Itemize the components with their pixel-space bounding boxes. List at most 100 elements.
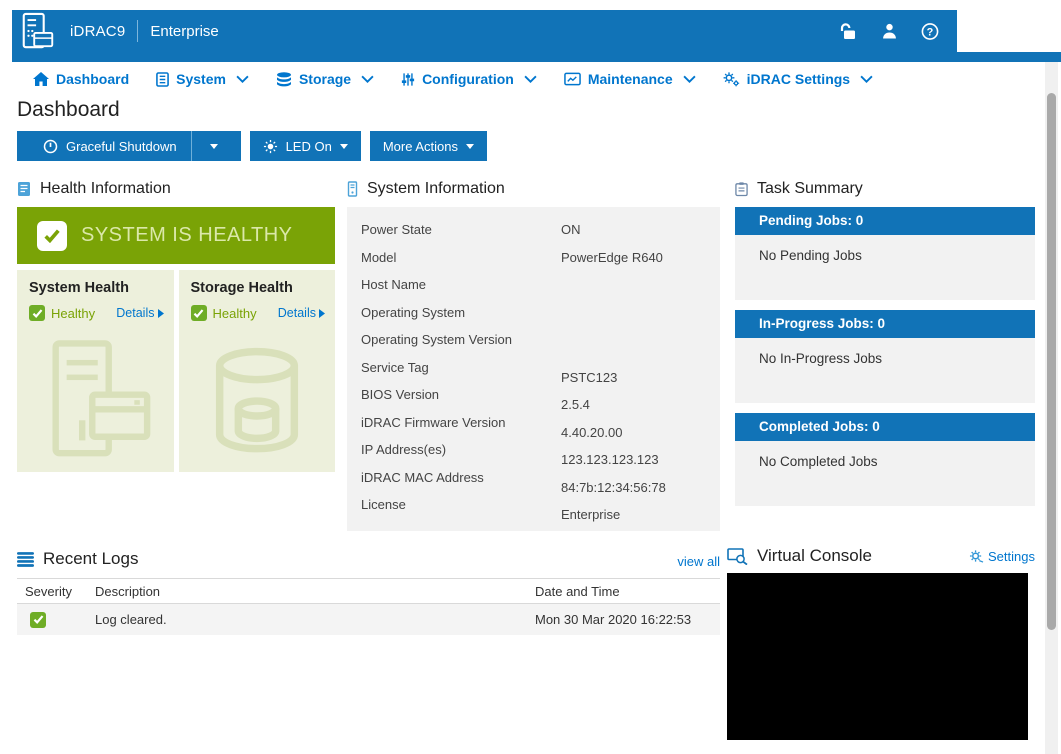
system-info-panel-icon <box>347 181 358 197</box>
scrollbar-thumb[interactable] <box>1047 93 1056 630</box>
view-all-link[interactable]: view all <box>677 554 720 569</box>
info-row: Operating System Version <box>347 326 720 354</box>
logs-table-header: Severity Description Date and Time <box>17 578 720 604</box>
healthy-check-icon <box>37 221 67 251</box>
card-title: System Health <box>29 280 164 296</box>
nav-label: Dashboard <box>56 71 129 87</box>
graceful-shutdown-button[interactable]: Graceful Shutdown <box>30 131 192 161</box>
info-row: BIOS Version2.5.4 <box>347 381 720 409</box>
in-progress-jobs-section: In-Progress Jobs: 0 No In-Progress Jobs <box>735 310 1035 403</box>
panel-title: Task Summary <box>757 180 863 198</box>
caret-down-icon <box>466 144 474 149</box>
info-row: LicenseEnterprise <box>347 491 720 519</box>
section-header: Completed Jobs: 0 <box>735 413 1035 441</box>
console-settings-link[interactable]: Settings <box>969 549 1035 564</box>
task-summary-panel: Task Summary Pending Jobs: 0 No Pending … <box>735 178 1035 516</box>
nav-label: Storage <box>299 71 351 87</box>
arrow-right-icon <box>158 309 164 318</box>
info-row: iDRAC MAC Address84:7b:12:34:56:78 <box>347 464 720 492</box>
nav-item-dashboard[interactable]: Dashboard <box>33 71 129 87</box>
main-navigation: Dashboard System Storage Configuration M… <box>0 62 1061 96</box>
info-row: Host Name <box>347 271 720 299</box>
vertical-scrollbar[interactable] <box>1045 62 1058 754</box>
caret-down-icon <box>210 144 218 149</box>
more-actions-button[interactable]: More Actions <box>370 131 487 161</box>
healthy-check-icon <box>191 305 207 321</box>
column-header-severity: Severity <box>25 584 95 599</box>
unlock-icon[interactable] <box>837 22 857 40</box>
nav-item-maintenance[interactable]: Maintenance <box>564 71 696 87</box>
storage-health-details-link[interactable]: Details <box>278 306 325 320</box>
card-title: Storage Health <box>191 280 326 296</box>
system-info-table: Power StateON ModelPowerEdge R640 Host N… <box>347 207 720 531</box>
nav-item-configuration[interactable]: Configuration <box>401 71 537 87</box>
header-strip <box>12 52 1061 62</box>
info-value: PSTC123 <box>561 370 706 385</box>
system-health-details-link[interactable]: Details <box>116 306 163 320</box>
product-name: iDRAC9 <box>70 23 125 40</box>
chevron-down-icon <box>236 75 249 83</box>
chevron-down-icon <box>361 75 374 83</box>
button-label: LED On <box>286 139 332 154</box>
server-icon <box>156 72 169 87</box>
server-tower-watermark-icon <box>17 332 174 472</box>
chart-frame-icon <box>564 72 581 86</box>
user-icon[interactable] <box>879 22 899 40</box>
help-icon[interactable]: ? <box>921 22 939 40</box>
sliders-icon <box>401 72 415 87</box>
info-row: IP Address(es)123.123.123.123 <box>347 436 720 464</box>
edition-name: Enterprise <box>150 23 218 40</box>
console-preview-screen[interactable] <box>727 573 1028 740</box>
task-summary-panel-icon <box>735 181 748 197</box>
recent-logs-panel: Recent Logs view all Severity Descriptio… <box>17 549 720 635</box>
pending-jobs-section: Pending Jobs: 0 No Pending Jobs <box>735 207 1035 300</box>
section-body: No In-Progress Jobs <box>735 338 1035 403</box>
brand-divider <box>137 20 138 42</box>
info-label: Service Tag <box>361 360 561 375</box>
log-description: Log cleared. <box>95 612 535 627</box>
gear-icon <box>969 549 984 563</box>
nav-item-storage[interactable]: Storage <box>276 71 374 87</box>
info-label: IP Address(es) <box>361 442 561 457</box>
system-healthy-banner: SYSTEM IS HEALTHY <box>17 207 335 264</box>
svg-text:?: ? <box>927 26 934 38</box>
power-icon <box>43 139 58 154</box>
info-label: Model <box>361 250 561 265</box>
nav-item-system[interactable]: System <box>156 71 249 87</box>
healthy-check-icon <box>30 612 46 628</box>
virtual-console-panel: Virtual Console Settings <box>727 546 1035 740</box>
logs-table: Severity Description Date and Time Log c… <box>17 578 720 635</box>
system-information-panel: System Information Power StateON ModelPo… <box>347 178 720 531</box>
info-label: Operating System <box>361 305 561 320</box>
info-value: PowerEdge R640 <box>561 250 706 265</box>
panel-title: System Information <box>367 180 505 198</box>
nav-item-idrac-settings[interactable]: iDRAC Settings <box>723 71 873 87</box>
graceful-shutdown-dropdown-toggle[interactable] <box>200 131 228 161</box>
info-value: ON <box>561 222 706 237</box>
info-label: iDRAC Firmware Version <box>361 415 561 430</box>
caret-down-icon <box>340 144 348 149</box>
list-icon <box>17 552 34 567</box>
arrow-right-icon <box>319 309 325 318</box>
log-datetime: Mon 30 Mar 2020 16:22:53 <box>535 612 720 627</box>
info-value: 2.5.4 <box>561 397 706 412</box>
led-on-button[interactable]: LED On <box>250 131 361 161</box>
column-header-datetime: Date and Time <box>535 584 720 599</box>
health-information-panel: Health Information SYSTEM IS HEALTHY Sys… <box>17 178 335 472</box>
database-watermark-icon <box>179 332 336 472</box>
chevron-down-icon <box>683 75 696 83</box>
log-row[interactable]: Log cleared. Mon 30 Mar 2020 16:22:53 <box>17 604 720 635</box>
action-toolbar: Graceful Shutdown LED On More Actions <box>17 131 487 161</box>
info-value: Enterprise <box>561 507 706 522</box>
healthy-check-icon <box>29 305 45 321</box>
gears-icon <box>723 72 740 87</box>
health-status: Healthy <box>213 306 257 321</box>
panel-title: Health Information <box>40 180 171 198</box>
nav-label: System <box>176 71 226 87</box>
info-value: 84:7b:12:34:56:78 <box>561 480 706 495</box>
link-label: Details <box>116 306 154 320</box>
nav-label: Configuration <box>422 71 514 87</box>
database-icon <box>276 72 292 87</box>
info-label: iDRAC MAC Address <box>361 470 561 485</box>
panel-title: Virtual Console <box>757 546 872 566</box>
